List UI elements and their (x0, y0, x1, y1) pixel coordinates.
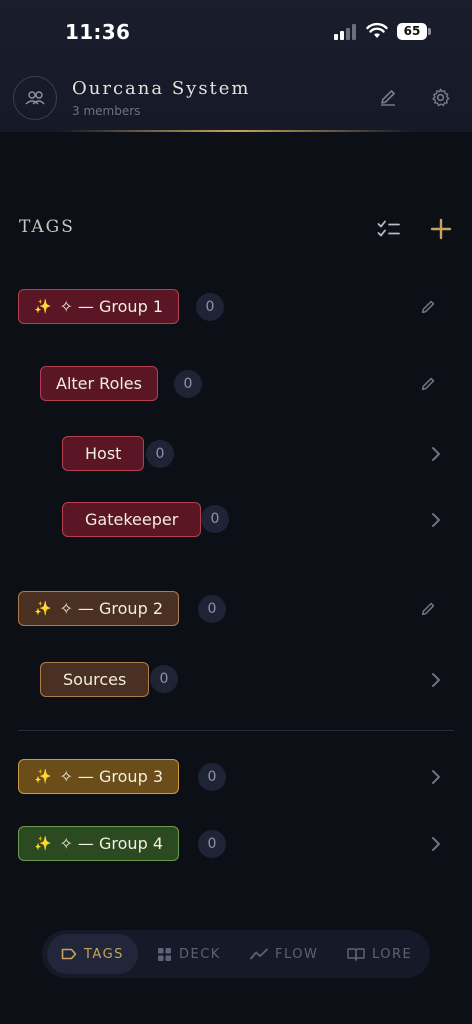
pencil-icon (421, 300, 435, 314)
status-bar: 11:36 65 (0, 0, 472, 64)
tag-label: ✧ — Group 1 (59, 297, 163, 316)
section-title: TAGS (19, 217, 75, 237)
system-title: Ourcana System (72, 78, 251, 99)
nav-tags[interactable]: TAGS (47, 934, 138, 974)
tag-count-badge: 0 (196, 293, 224, 321)
tag-label: ✧ — Group 2 (59, 599, 163, 618)
tag-group-1[interactable]: ✨ ✧ — Group 1 (18, 289, 179, 324)
grid-icon (158, 947, 171, 961)
bottom-nav: TAGS DECK FLOW LORE (42, 930, 430, 978)
tag-gatekeeper[interactable]: Gatekeeper (62, 502, 202, 537)
select-tags-button[interactable] (376, 216, 402, 242)
members-icon (25, 91, 45, 105)
tag-alter-roles[interactable]: Alter Roles (40, 366, 158, 401)
book-icon (347, 948, 365, 961)
cellular-signal-icon (334, 24, 358, 40)
pencil-icon (421, 377, 435, 391)
battery-icon: 65 (397, 23, 431, 40)
wifi-icon (366, 22, 388, 38)
chevron-right-icon (432, 673, 440, 687)
sparkles-icon: ✨ (34, 768, 52, 785)
nav-label: TAGS (84, 946, 124, 962)
sparkles-icon: ✨ (34, 298, 52, 315)
gear-icon (431, 88, 449, 106)
open-group-3-button[interactable] (426, 767, 446, 787)
tag-count-badge: 0 (198, 595, 226, 623)
tag-count-badge: 0 (174, 370, 202, 398)
tag-group-4[interactable]: ✨ ✧ — Group 4 (18, 826, 179, 861)
edit-alter-roles-button[interactable] (418, 374, 438, 394)
nav-lore[interactable]: LORE (333, 934, 426, 974)
tag-label: Sources (63, 670, 127, 689)
chevron-right-icon (432, 447, 440, 461)
top-bar: 11:36 65 Ourcana System 3 members (0, 0, 472, 132)
status-time: 11:36 (65, 20, 131, 44)
chevron-right-icon (432, 513, 440, 527)
tag-sources[interactable]: Sources (40, 662, 150, 697)
system-avatar[interactable] (13, 76, 57, 120)
member-count: 3 members (72, 104, 141, 118)
nav-label: DECK (179, 946, 221, 962)
tag-host[interactable]: Host (62, 436, 145, 471)
tag-group-2[interactable]: ✨ ✧ — Group 2 (18, 591, 179, 626)
tag-label: ✧ — Group 3 (59, 767, 163, 786)
chevron-right-icon (432, 837, 440, 851)
tag-count-badge: 0 (198, 830, 226, 858)
nav-label: FLOW (275, 946, 319, 962)
edit-group-2-button[interactable] (418, 599, 438, 619)
checklist-icon (377, 220, 400, 237)
nav-label: LORE (372, 946, 413, 962)
plus-icon (430, 218, 452, 240)
edit-group-1-button[interactable] (418, 297, 438, 317)
tag-count-badge: 0 (146, 440, 174, 468)
open-sources-button[interactable] (426, 670, 446, 690)
open-gatekeeper-button[interactable] (426, 510, 446, 530)
open-host-button[interactable] (426, 444, 446, 464)
tag-count-badge: 0 (150, 665, 178, 693)
sparkles-icon: ✨ (34, 835, 52, 852)
tag-label: Gatekeeper (85, 510, 179, 529)
tag-label: Alter Roles (56, 374, 142, 393)
settings-button[interactable] (429, 86, 451, 108)
pencil-icon (421, 602, 435, 616)
tag-group-3[interactable]: ✨ ✧ — Group 3 (18, 759, 179, 794)
pencil-icon (381, 90, 395, 106)
add-tag-button[interactable] (428, 216, 454, 242)
open-group-4-button[interactable] (426, 834, 446, 854)
trend-icon (250, 948, 268, 960)
tag-label: ✧ — Group 4 (59, 834, 163, 853)
edit-system-button[interactable] (377, 86, 399, 108)
group-divider (18, 730, 454, 731)
sparkles-icon: ✨ (34, 600, 52, 617)
nav-deck[interactable]: DECK (143, 934, 235, 974)
tag-icon (61, 948, 77, 960)
tag-label: Host (85, 444, 122, 463)
header-divider (60, 130, 412, 132)
nav-flow[interactable]: FLOW (236, 934, 332, 974)
chevron-right-icon (432, 770, 440, 784)
tag-count-badge: 0 (198, 763, 226, 791)
tag-count-badge: 0 (201, 505, 229, 533)
